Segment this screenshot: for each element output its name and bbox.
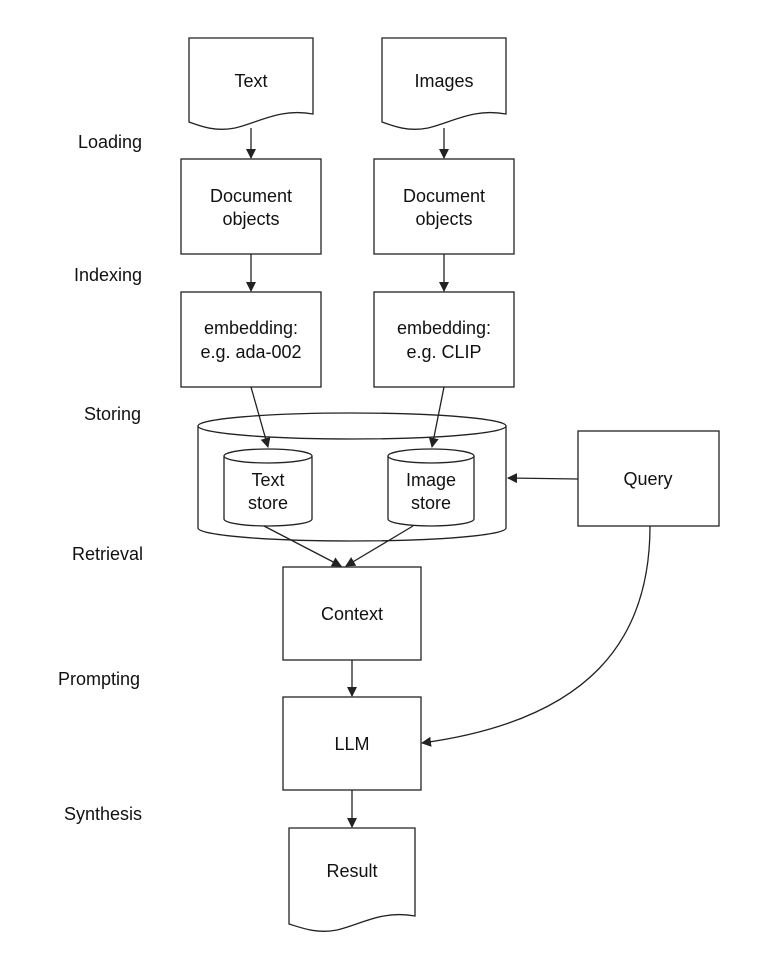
image-document-objects-box: Document objects [373,158,515,255]
svg-text:store: store [411,493,451,513]
text-document-objects-box: Document objects [180,158,322,255]
text-store-cylinder: Text store [223,448,313,527]
context-box: Context [282,566,422,661]
text-source-document: Text [188,37,314,130]
llm-box: LLM [282,696,422,791]
svg-text:embedding:: embedding: [397,318,491,338]
svg-text:Context: Context [321,604,383,624]
image-embedding-box: embedding: e.g. CLIP [373,291,515,388]
rag-pipeline-diagram: Loading Indexing Storing Retrieval Promp… [58,37,720,932]
query-box: Query [577,430,720,527]
text-embedding-box: embedding: e.g. ada-002 [180,291,322,388]
svg-text:Document: Document [403,186,485,206]
svg-text:e.g. ada-002: e.g. ada-002 [200,342,301,362]
svg-text:Result: Result [326,861,377,881]
svg-text:Document: Document [210,186,292,206]
svg-text:LLM: LLM [334,734,369,754]
image-store-cylinder: Image store [387,448,475,527]
stage-label-synthesis: Synthesis [64,804,142,824]
stage-label-prompting: Prompting [58,669,140,689]
stage-label-indexing: Indexing [74,265,142,285]
svg-text:objects: objects [222,209,279,229]
stage-label-loading: Loading [78,132,142,152]
result-document: Result [288,827,416,932]
stage-label-retrieval: Retrieval [72,544,143,564]
images-source-document: Images [381,37,507,130]
svg-text:embedding:: embedding: [204,318,298,338]
svg-text:Query: Query [623,469,672,489]
svg-text:Text: Text [251,470,284,490]
svg-text:Text: Text [234,71,267,91]
stage-label-storing: Storing [84,404,141,424]
svg-text:objects: objects [415,209,472,229]
svg-text:e.g. CLIP: e.g. CLIP [406,342,481,362]
svg-text:Image: Image [406,470,456,490]
svg-text:Images: Images [414,71,473,91]
svg-text:store: store [248,493,288,513]
